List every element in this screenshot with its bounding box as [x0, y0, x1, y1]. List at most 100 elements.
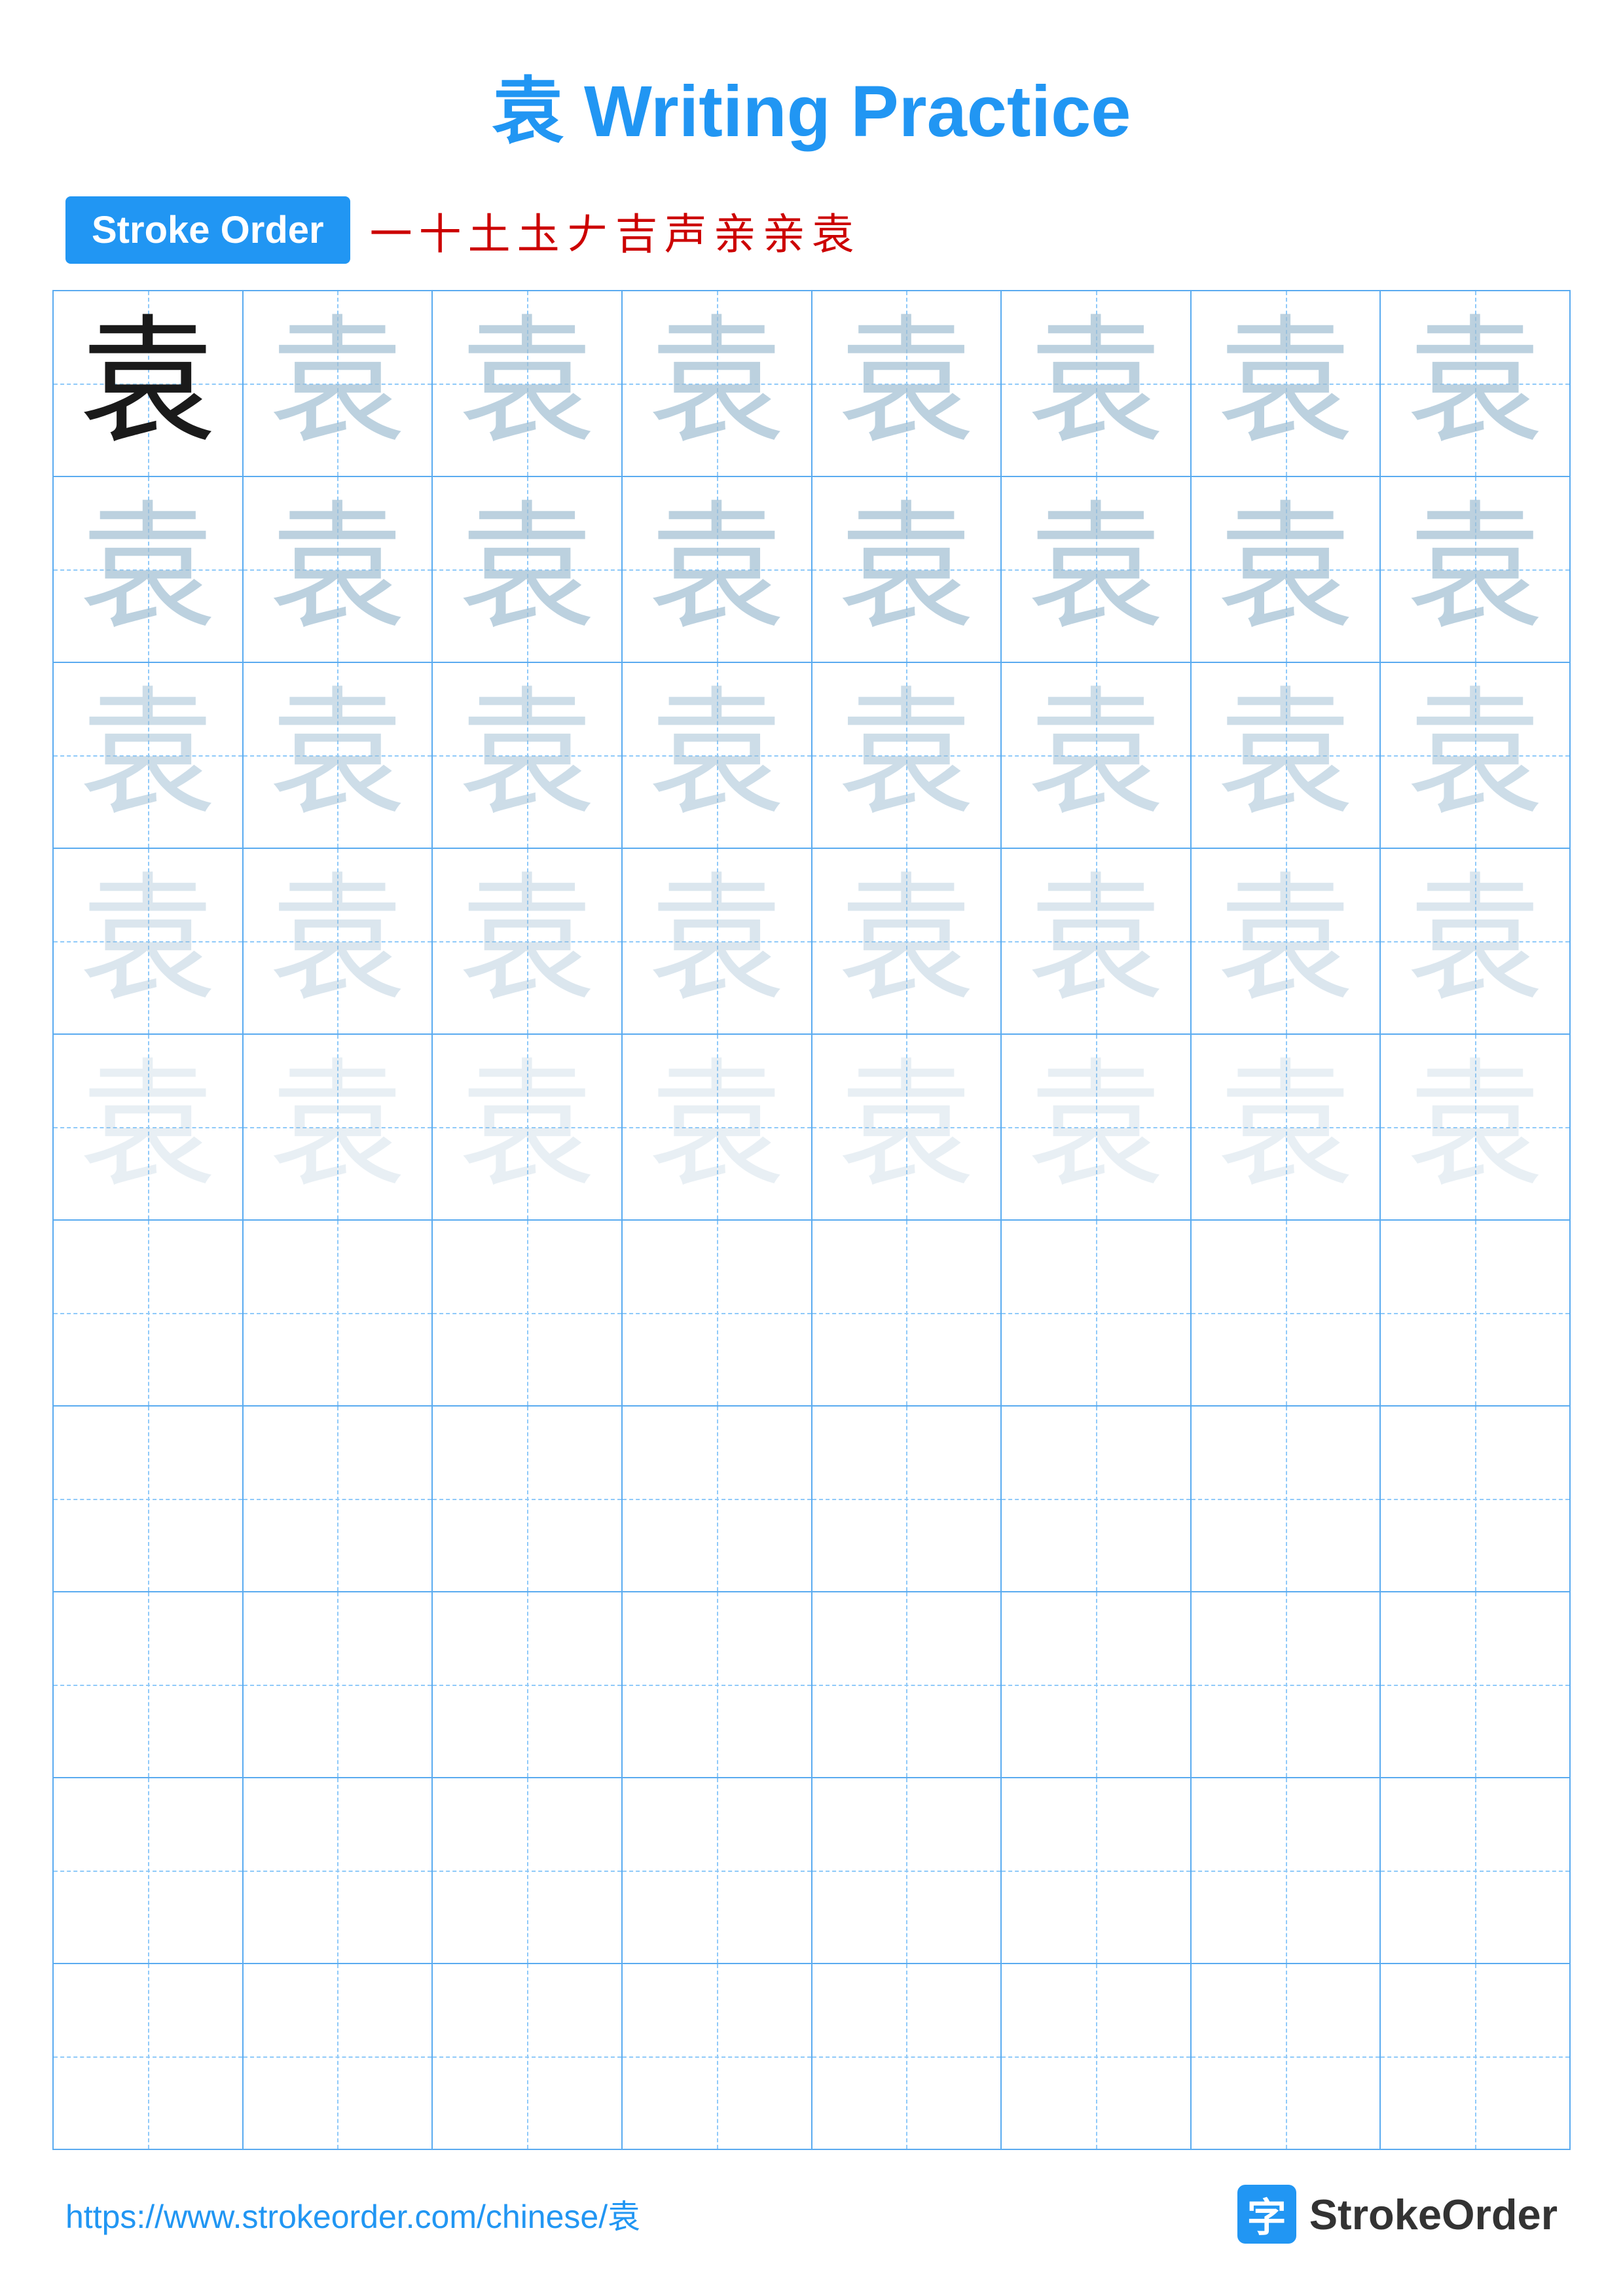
- stroke-2: 十: [419, 200, 462, 261]
- grid-cell[interactable]: [1380, 1592, 1570, 1778]
- grid-cell[interactable]: 袁: [243, 291, 433, 476]
- grid-cell[interactable]: 袁: [1191, 476, 1381, 662]
- grid-cell[interactable]: [1191, 1406, 1381, 1592]
- grid-cell[interactable]: [432, 1592, 622, 1778]
- grid-cell[interactable]: [1001, 1220, 1191, 1406]
- grid-cell[interactable]: 袁: [1191, 1034, 1381, 1220]
- grid-cell[interactable]: [812, 1592, 1002, 1778]
- table-row: 袁 袁 袁 袁 袁 袁 袁 袁: [53, 662, 1570, 848]
- grid-cell[interactable]: [432, 1964, 622, 2149]
- grid-cell[interactable]: 袁: [1380, 476, 1570, 662]
- grid-cell[interactable]: 袁: [432, 848, 622, 1034]
- table-row: 袁 袁 袁 袁 袁 袁 袁 袁: [53, 848, 1570, 1034]
- grid-cell[interactable]: [812, 1964, 1002, 2149]
- grid-cell[interactable]: [622, 1220, 812, 1406]
- grid-cell[interactable]: [1191, 1592, 1381, 1778]
- grid-cell[interactable]: [432, 1406, 622, 1592]
- grid-cell[interactable]: 袁: [243, 848, 433, 1034]
- grid-cell[interactable]: 袁: [53, 848, 243, 1034]
- stroke-9: 亲: [763, 200, 805, 261]
- grid-cell[interactable]: 袁: [432, 291, 622, 476]
- grid-cell[interactable]: [432, 1778, 622, 1964]
- grid-cell[interactable]: 袁: [1380, 291, 1570, 476]
- stroke-10: 袁: [812, 200, 854, 261]
- grid-cell[interactable]: 袁: [812, 1034, 1002, 1220]
- grid-cell[interactable]: 袁: [622, 848, 812, 1034]
- grid-cell[interactable]: 袁: [1001, 848, 1191, 1034]
- grid-cell[interactable]: 袁: [1380, 848, 1570, 1034]
- grid-cell[interactable]: 袁: [1001, 476, 1191, 662]
- practice-grid-container: 袁 袁 袁 袁 袁 袁 袁 袁 袁 袁 袁 袁 袁 袁 袁 袁 袁 袁 袁 袁: [0, 290, 1623, 2150]
- grid-cell[interactable]: 袁: [53, 476, 243, 662]
- char-model: 袁: [79, 315, 217, 452]
- page-title: 袁 Writing Practice: [0, 0, 1623, 196]
- grid-cell[interactable]: [243, 1778, 433, 1964]
- table-row: [53, 1778, 1570, 1964]
- grid-cell[interactable]: [243, 1406, 433, 1592]
- grid-cell[interactable]: [1001, 1406, 1191, 1592]
- grid-cell[interactable]: 袁: [622, 1034, 812, 1220]
- grid-cell[interactable]: [53, 1778, 243, 1964]
- grid-cell[interactable]: 袁: [812, 291, 1002, 476]
- grid-cell[interactable]: 袁: [1001, 291, 1191, 476]
- grid-cell[interactable]: [243, 1592, 433, 1778]
- grid-cell[interactable]: 袁: [622, 662, 812, 848]
- grid-cell[interactable]: 袁: [53, 1034, 243, 1220]
- grid-cell[interactable]: [812, 1778, 1002, 1964]
- grid-cell[interactable]: 袁: [812, 476, 1002, 662]
- grid-cell[interactable]: [1001, 1592, 1191, 1778]
- stroke-4: 圡: [517, 200, 560, 261]
- grid-cell[interactable]: [243, 1220, 433, 1406]
- grid-cell[interactable]: 袁: [243, 1034, 433, 1220]
- stroke-sequence: 一 十 土 圡 𠂇 吉 声 亲 亲 袁: [370, 200, 854, 261]
- grid-cell[interactable]: 袁: [1380, 1034, 1570, 1220]
- grid-cell[interactable]: 袁: [1191, 848, 1381, 1034]
- grid-cell[interactable]: 袁: [812, 662, 1002, 848]
- grid-cell[interactable]: [53, 1406, 243, 1592]
- grid-cell[interactable]: [1191, 1964, 1381, 2149]
- grid-cell[interactable]: [622, 1778, 812, 1964]
- grid-cell[interactable]: [622, 1592, 812, 1778]
- grid-cell[interactable]: [1191, 1778, 1381, 1964]
- grid-cell[interactable]: [1380, 1220, 1570, 1406]
- grid-cell[interactable]: 袁: [432, 476, 622, 662]
- grid-cell[interactable]: [1380, 1406, 1570, 1592]
- grid-cell[interactable]: 袁: [243, 476, 433, 662]
- grid-cell[interactable]: [243, 1964, 433, 2149]
- grid-cell[interactable]: [1191, 1220, 1381, 1406]
- stroke-8: 亲: [714, 200, 756, 261]
- table-row: [53, 1592, 1570, 1778]
- grid-cell[interactable]: [812, 1406, 1002, 1592]
- stroke-order-badge: Stroke Order: [65, 196, 350, 264]
- stroke-3: 土: [468, 200, 511, 261]
- stroke-5: 𠂇: [566, 200, 609, 261]
- grid-cell[interactable]: [1380, 1964, 1570, 2149]
- grid-cell[interactable]: 袁: [812, 848, 1002, 1034]
- grid-cell[interactable]: 袁: [432, 662, 622, 848]
- grid-cell[interactable]: [1001, 1964, 1191, 2149]
- grid-cell[interactable]: 袁: [243, 662, 433, 848]
- grid-cell[interactable]: [1380, 1778, 1570, 1964]
- grid-cell[interactable]: [53, 1964, 243, 2149]
- footer-url[interactable]: https://www.strokeorder.com/chinese/袁: [65, 2191, 640, 2238]
- grid-cell[interactable]: [812, 1220, 1002, 1406]
- stroke-6: 吉: [615, 200, 658, 261]
- grid-cell[interactable]: 袁: [1001, 1034, 1191, 1220]
- grid-cell[interactable]: 袁: [53, 662, 243, 848]
- grid-cell[interactable]: [53, 1592, 243, 1778]
- grid-cell[interactable]: 袁: [1380, 662, 1570, 848]
- grid-cell[interactable]: 袁: [432, 1034, 622, 1220]
- grid-cell[interactable]: 袁: [53, 291, 243, 476]
- stroke-order-row: Stroke Order 一 十 土 圡 𠂇 吉 声 亲 亲 袁: [0, 196, 1623, 264]
- table-row: 袁 袁 袁 袁 袁 袁 袁 袁: [53, 476, 1570, 662]
- grid-cell[interactable]: 袁: [1191, 291, 1381, 476]
- grid-cell[interactable]: [622, 1964, 812, 2149]
- grid-cell[interactable]: 袁: [622, 291, 812, 476]
- grid-cell[interactable]: [432, 1220, 622, 1406]
- grid-cell[interactable]: 袁: [622, 476, 812, 662]
- grid-cell[interactable]: 袁: [1191, 662, 1381, 848]
- grid-cell[interactable]: 袁: [1001, 662, 1191, 848]
- grid-cell[interactable]: [1001, 1778, 1191, 1964]
- grid-cell[interactable]: [53, 1220, 243, 1406]
- grid-cell[interactable]: [622, 1406, 812, 1592]
